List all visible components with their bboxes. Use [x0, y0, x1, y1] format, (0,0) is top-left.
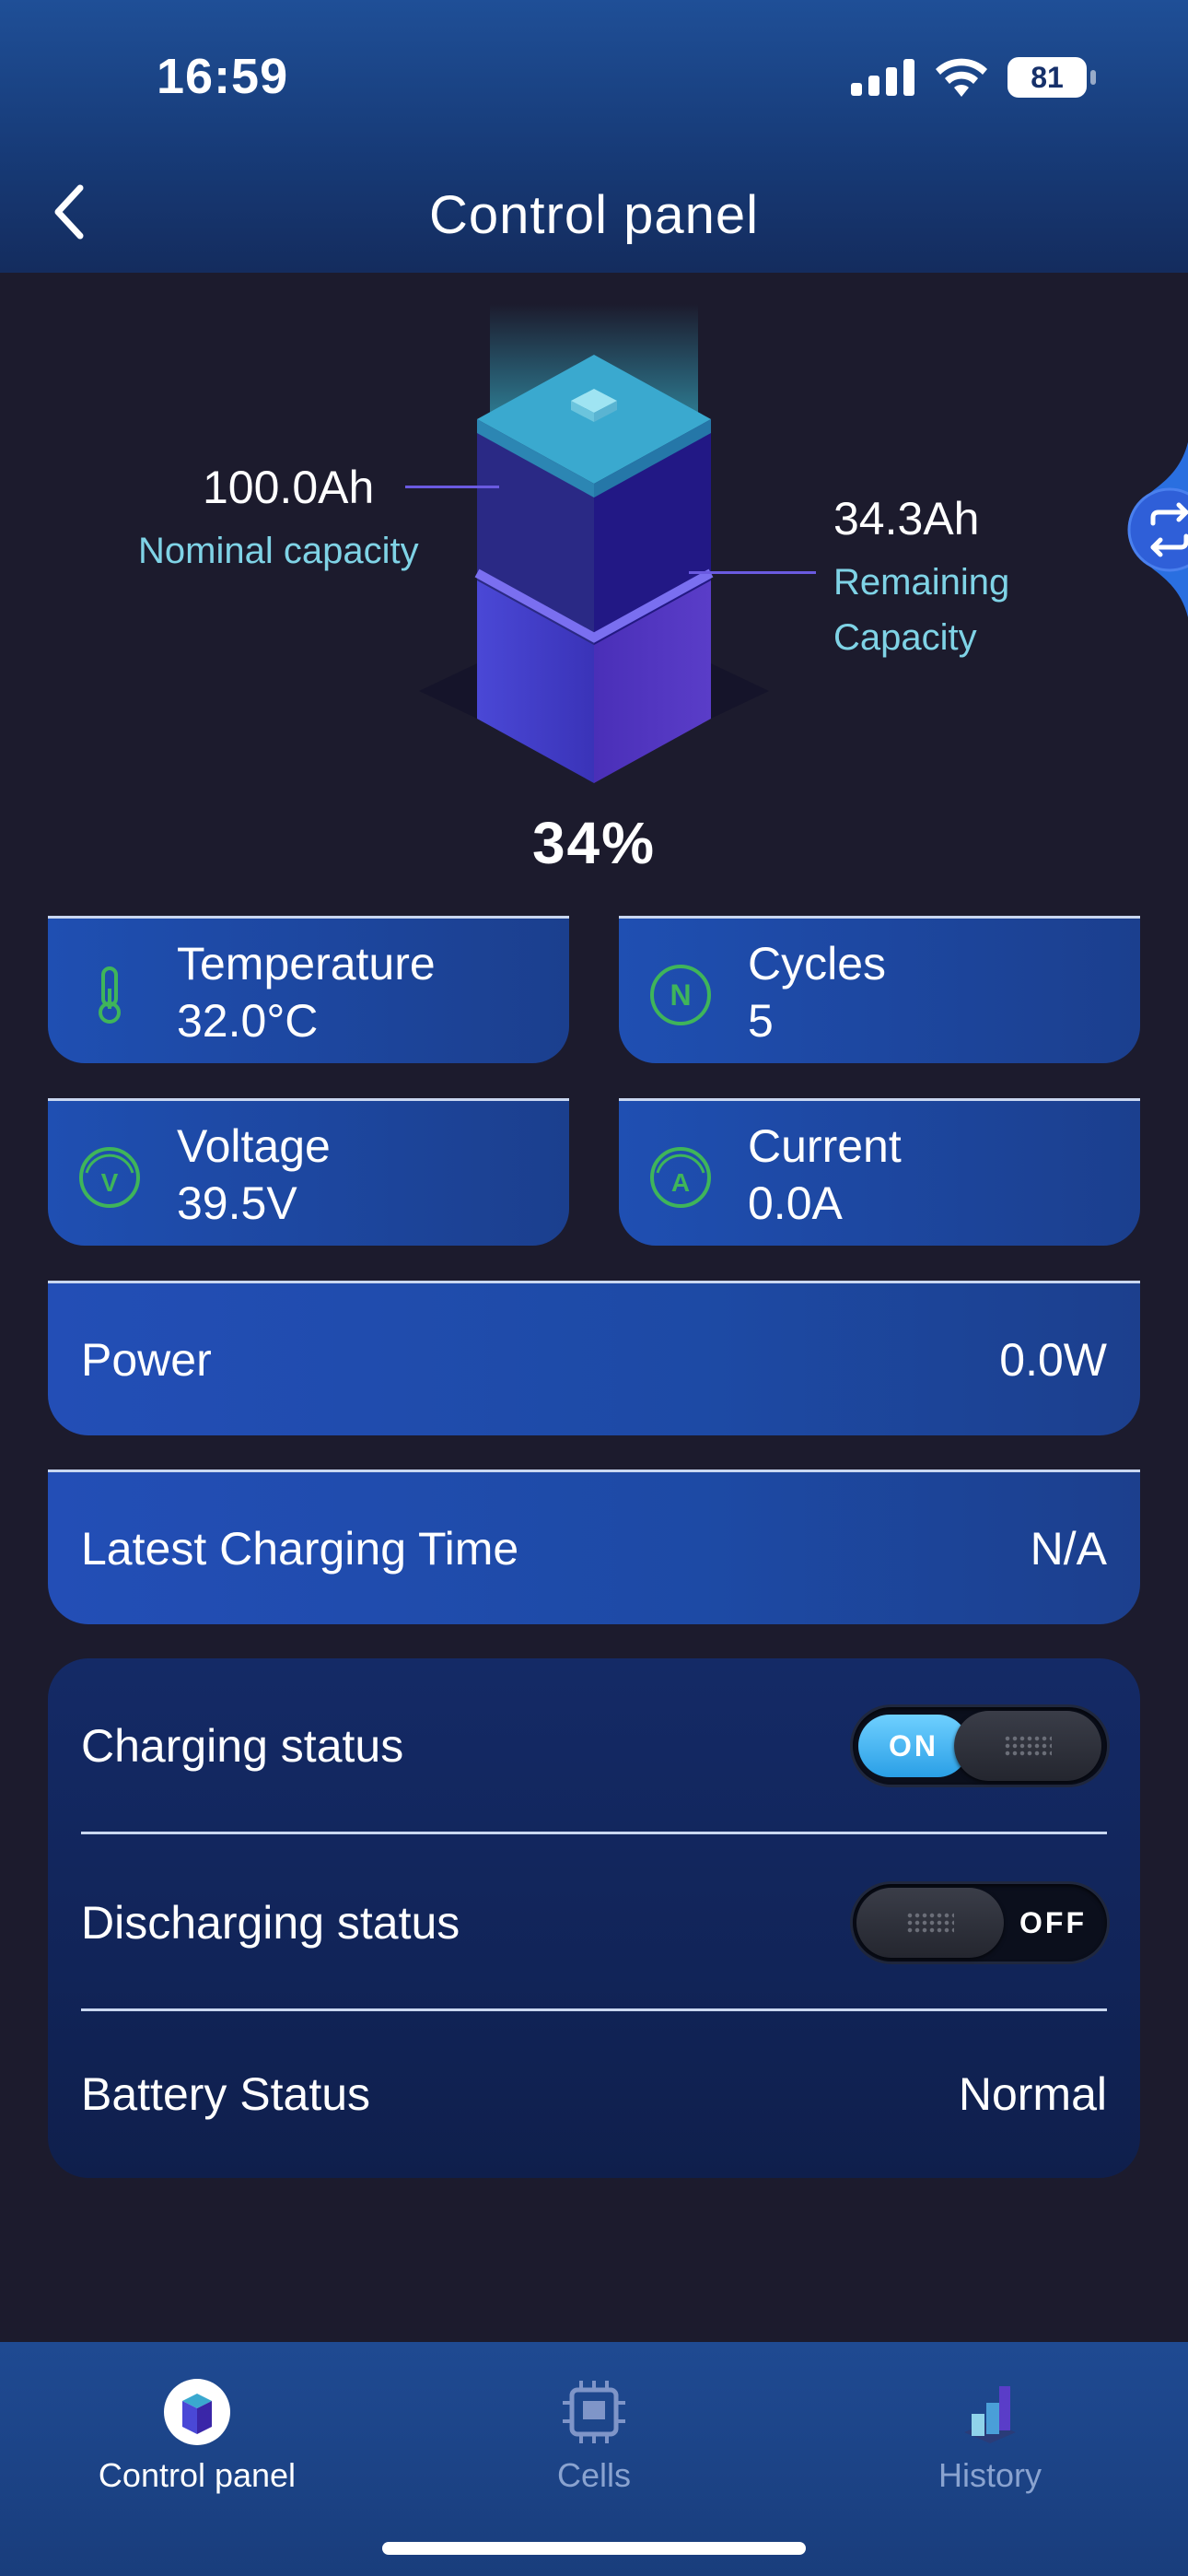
discharging-status-row: Discharging status OFF	[81, 1835, 1107, 2010]
toggle-on-label: ON	[858, 1715, 969, 1777]
latest-charging-value: N/A	[1030, 1522, 1107, 1575]
status-panel: Charging status ON Discharging status OF…	[48, 1658, 1140, 2178]
charging-status-row: Charging status ON	[81, 1658, 1107, 1833]
remaining-capacity-label: Remaining Capacity	[833, 562, 1010, 658]
power-value: 0.0W	[999, 1333, 1107, 1386]
tab-history[interactable]: History	[852, 2375, 1128, 2495]
svg-text:V: V	[101, 1168, 119, 1197]
discharging-status-label: Discharging status	[81, 1897, 460, 1949]
svg-text:N: N	[670, 978, 691, 1012]
battery-status-row: Battery Status Normal	[81, 2011, 1107, 2177]
page-title: Control panel	[429, 185, 759, 245]
battery-cube-graphic	[419, 304, 769, 783]
tab-label: Control panel	[98, 2456, 297, 2494]
toggle-knob	[954, 1711, 1101, 1781]
nominal-leader-line	[405, 486, 499, 488]
current-card: A Current 0.0A	[619, 1098, 1140, 1246]
status-time: 16:59	[157, 49, 289, 104]
wifi-icon	[936, 58, 987, 97]
battery-percent: 34%	[531, 810, 657, 876]
voltage-card: V Voltage 39.5V	[48, 1098, 569, 1246]
home-indicator	[382, 2542, 806, 2555]
cycles-label: Cycles	[748, 938, 887, 989]
toggle-off-label: OFF	[1019, 1905, 1087, 1939]
chip-icon	[563, 2381, 625, 2443]
latest-charging-row: Latest Charging Time N/A	[48, 1469, 1140, 1624]
power-row: Power 0.0W	[48, 1281, 1140, 1435]
temperature-value: 32.0°C	[177, 995, 319, 1047]
thermometer-icon	[99, 966, 121, 1024]
temperature-card: Temperature 32.0°C	[48, 916, 569, 1063]
signal-icon	[851, 59, 914, 96]
toggle-knob	[856, 1888, 1004, 1958]
divider	[81, 1832, 1107, 1834]
charging-toggle[interactable]: ON	[853, 1707, 1107, 1785]
svg-text:A: A	[671, 1168, 690, 1197]
power-label: Power	[81, 1333, 212, 1386]
voltage-value: 39.5V	[177, 1177, 297, 1229]
temperature-label: Temperature	[177, 938, 436, 989]
charging-status-label: Charging status	[81, 1720, 404, 1772]
tab-label: Cells	[556, 2456, 631, 2494]
tab-control-panel[interactable]: Control panel	[59, 2375, 335, 2495]
tab-bar: Control panel Cells History	[0, 2342, 1188, 2576]
nominal-capacity-label: Nominal capacity	[138, 531, 419, 571]
battery-level-indicator: 81	[1007, 57, 1096, 98]
voltage-icon: V	[79, 1147, 140, 1208]
latest-charging-label: Latest Charging Time	[81, 1522, 519, 1575]
remaining-leader-line	[689, 571, 816, 574]
battery-cube-icon	[164, 2379, 230, 2445]
current-value: 0.0A	[748, 1177, 843, 1229]
status-icons: 81	[851, 57, 1096, 98]
battery-status-value: Normal	[958, 2068, 1107, 2120]
tab-label: History	[938, 2456, 1042, 2494]
switch-battery-button[interactable]	[1087, 442, 1188, 617]
bar-chart-icon	[964, 2386, 1016, 2443]
discharging-toggle[interactable]: OFF	[853, 1884, 1107, 1961]
nominal-capacity-value: 100.0Ah	[203, 462, 375, 513]
tab-cells[interactable]: Cells	[456, 2375, 732, 2495]
cycles-card: N Cycles 5	[619, 916, 1140, 1063]
cycles-value: 5	[748, 995, 774, 1047]
current-icon: A	[650, 1147, 711, 1208]
remaining-capacity-value: 34.3Ah	[833, 493, 980, 544]
cycles-icon: N	[650, 965, 711, 1025]
voltage-label: Voltage	[177, 1120, 331, 1172]
battery-status-label: Battery Status	[81, 2068, 371, 2120]
current-label: Current	[748, 1120, 902, 1172]
